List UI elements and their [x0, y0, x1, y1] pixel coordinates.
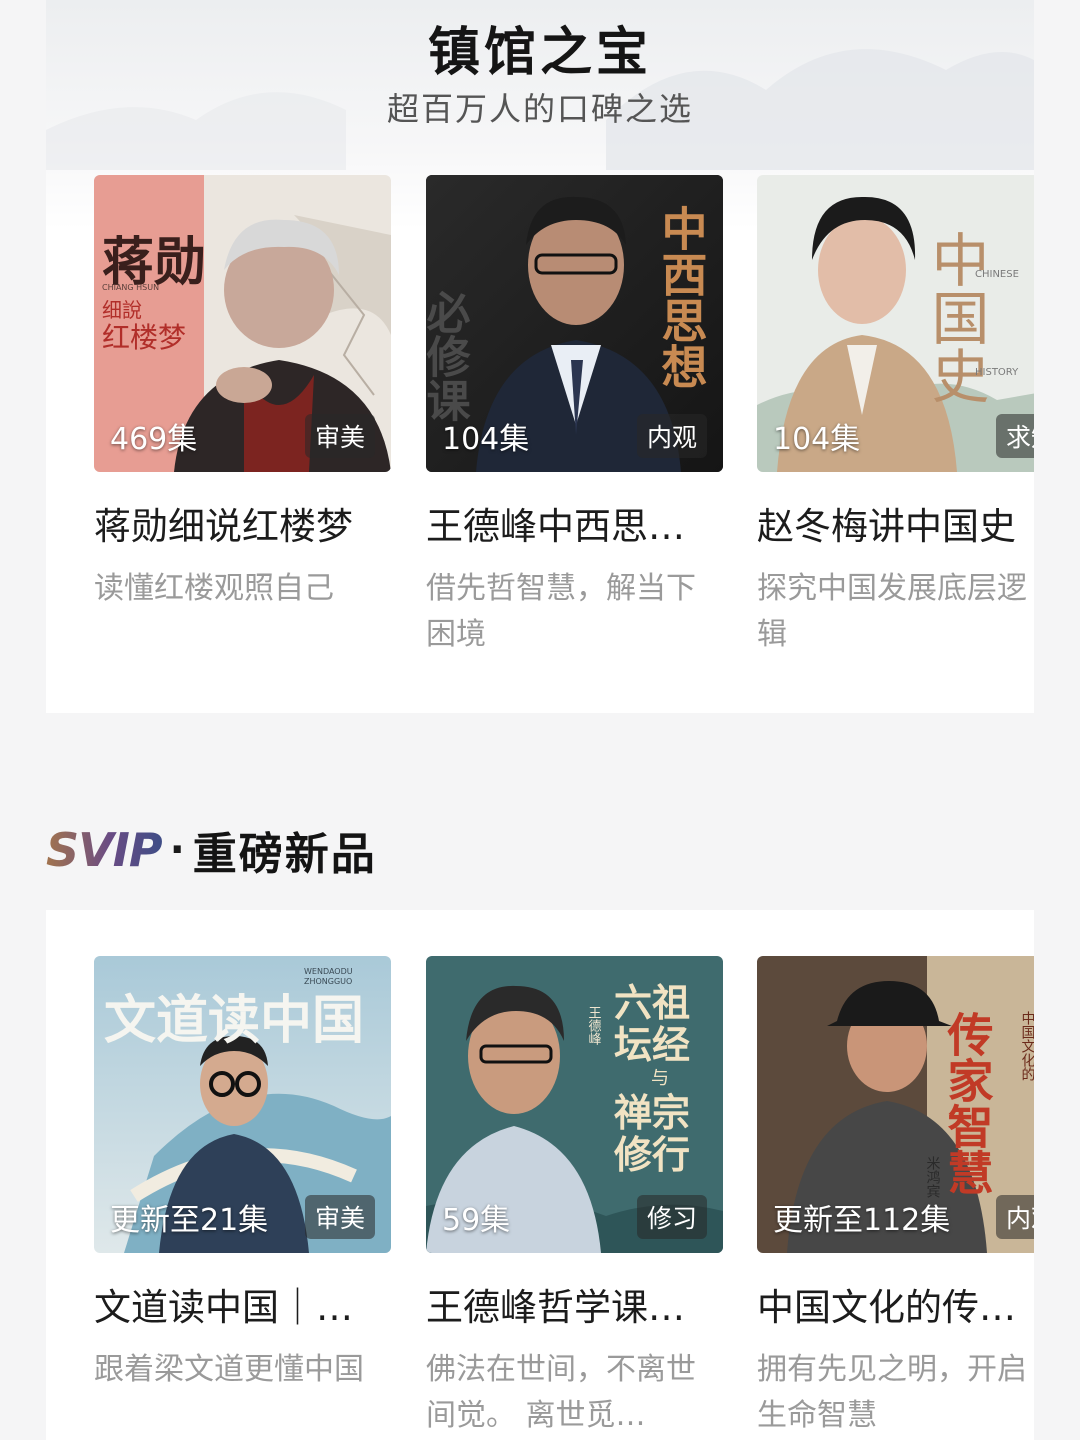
course-title[interactable]: 蒋勋细说红楼梦: [94, 496, 391, 550]
course-title[interactable]: 王德峰哲学课…: [426, 1277, 723, 1331]
category-tag: 审美: [304, 1195, 375, 1239]
category-tag: 求知: [995, 414, 1034, 458]
treasure-section: 镇馆之宝 超百万人的口碑之选 蒋勋 CHIANG HSUN 细說 红楼梦 469…: [46, 0, 1034, 713]
svip-logo: SVIP: [46, 823, 163, 877]
course-description: 探究中国发展底层逻辑: [757, 571, 1027, 652]
course-title[interactable]: 文道读中国｜…: [94, 1277, 391, 1331]
course-cover[interactable]: 必修课 中西思想 104集 内观: [426, 175, 723, 472]
episode-count: 104集: [442, 422, 530, 457]
svg-text:禅宗: 禅宗: [614, 1092, 690, 1135]
svg-text:中西思想: 中西思想: [656, 205, 708, 389]
svg-text:必修课: 必修课: [426, 290, 471, 422]
svg-text:王德峰: 王德峰: [587, 1006, 602, 1045]
svg-text:六祖: 六祖: [614, 983, 690, 1025]
category-tag: 修习: [636, 1195, 707, 1239]
svg-text:HISTORY: HISTORY: [975, 367, 1019, 378]
course-description: 借先哲智慧，解当下困境: [426, 571, 696, 652]
svg-text:米鸿宾: 米鸿宾: [925, 1156, 941, 1198]
svg-text:文道读中国: 文道读中国: [104, 992, 364, 1050]
course-description: 读懂红楼观照自己: [94, 571, 334, 606]
course-card-family-wisdom[interactable]: 中国文化的 传家智慧 米鸿宾 更新至112集 内观 中国文化的传… 拥有先见之明…: [757, 956, 1034, 1439]
section-title: 镇馆之宝: [427, 23, 652, 83]
svg-text:CHIANG HSUN: CHIANG HSUN: [102, 283, 159, 292]
course-description: 跟着梁文道更懂中国: [94, 1352, 364, 1387]
svg-text:修行: 修行: [614, 1135, 690, 1177]
episode-count: 59集: [442, 1203, 511, 1238]
course-cover[interactable]: 中国史 CHINESE HISTORY 104集 求知: [757, 175, 1034, 472]
course-title[interactable]: 赵冬梅讲中国史: [757, 496, 1034, 550]
svg-text:红楼梦: 红楼梦: [102, 322, 186, 354]
course-cover[interactable]: 文道读中国 WENDAODU ZHONGGUO 更新至21集 审美: [94, 956, 391, 1253]
course-title[interactable]: 中国文化的传…: [757, 1277, 1034, 1331]
course-cover[interactable]: 中国文化的 传家智慧 米鸿宾 更新至112集 内观: [757, 956, 1034, 1253]
episode-count: 104集: [773, 422, 861, 457]
category-tag: 审美: [304, 414, 375, 458]
svg-text:ZHONGGUO: ZHONGGUO: [304, 977, 352, 986]
svg-text:CHINESE: CHINESE: [975, 269, 1019, 280]
svg-text:中国文化的: 中国文化的: [1020, 1011, 1035, 1081]
course-card-wangdefeng-east-west[interactable]: 必修课 中西思想 104集 内观 王德峰中西思… 借先哲智慧，解当下困境: [426, 175, 723, 658]
page: 镇馆之宝 超百万人的口碑之选 蒋勋 CHIANG HSUN 细說 红楼梦 469…: [0, 0, 1080, 1440]
course-card-wendao[interactable]: 文道读中国 WENDAODU ZHONGGUO 更新至21集 审美 文道读中国｜…: [94, 956, 391, 1393]
course-description: 拥有先见之明，开启生命智慧: [757, 1352, 1027, 1433]
svg-text:坛经: 坛经: [614, 1025, 690, 1067]
section-title: 重磅新品: [192, 829, 377, 880]
svg-text:传家智慧: 传家智慧: [942, 1011, 995, 1195]
section-subtitle: 超百万人的口碑之选: [386, 90, 693, 128]
course-card-platform-sutra[interactable]: 王德峰 六祖 坛经 与 禅宗 修行 59集 修习 王德峰哲学课… 佛法在世间，不…: [426, 956, 723, 1439]
episode-count: 更新至21集: [110, 1203, 269, 1238]
course-cover[interactable]: 王德峰 六祖 坛经 与 禅宗 修行 59集 修习: [426, 956, 723, 1253]
new-release-section: 文道读中国 WENDAODU ZHONGGUO 更新至21集 审美 文道读中国｜…: [46, 910, 1034, 1440]
course-title[interactable]: 王德峰中西思…: [426, 496, 723, 550]
category-tag: 内观: [636, 414, 707, 458]
separator-dot: ·: [169, 827, 185, 873]
episode-count: 更新至112集: [773, 1203, 951, 1238]
svg-text:WENDAODU: WENDAODU: [304, 967, 353, 976]
episode-count: 469集: [110, 422, 198, 457]
svg-text:细說: 细說: [102, 299, 142, 322]
course-card-jiangxun[interactable]: 蒋勋 CHIANG HSUN 细說 红楼梦 469集 审美 蒋勋细说红楼梦 读懂…: [94, 175, 391, 612]
course-cover[interactable]: 蒋勋 CHIANG HSUN 细說 红楼梦 469集 审美: [94, 175, 391, 472]
category-tag: 内观: [995, 1195, 1034, 1239]
course-description: 佛法在世间，不离世间觉。 离世觅…: [426, 1352, 696, 1433]
svip-section-header: SVIP · 重磅新品: [46, 815, 377, 885]
svg-text:与: 与: [651, 1068, 669, 1088]
course-card-zhaodongmei[interactable]: 中国史 CHINESE HISTORY 104集 求知 赵冬梅讲中国史 探究中国…: [757, 175, 1034, 658]
